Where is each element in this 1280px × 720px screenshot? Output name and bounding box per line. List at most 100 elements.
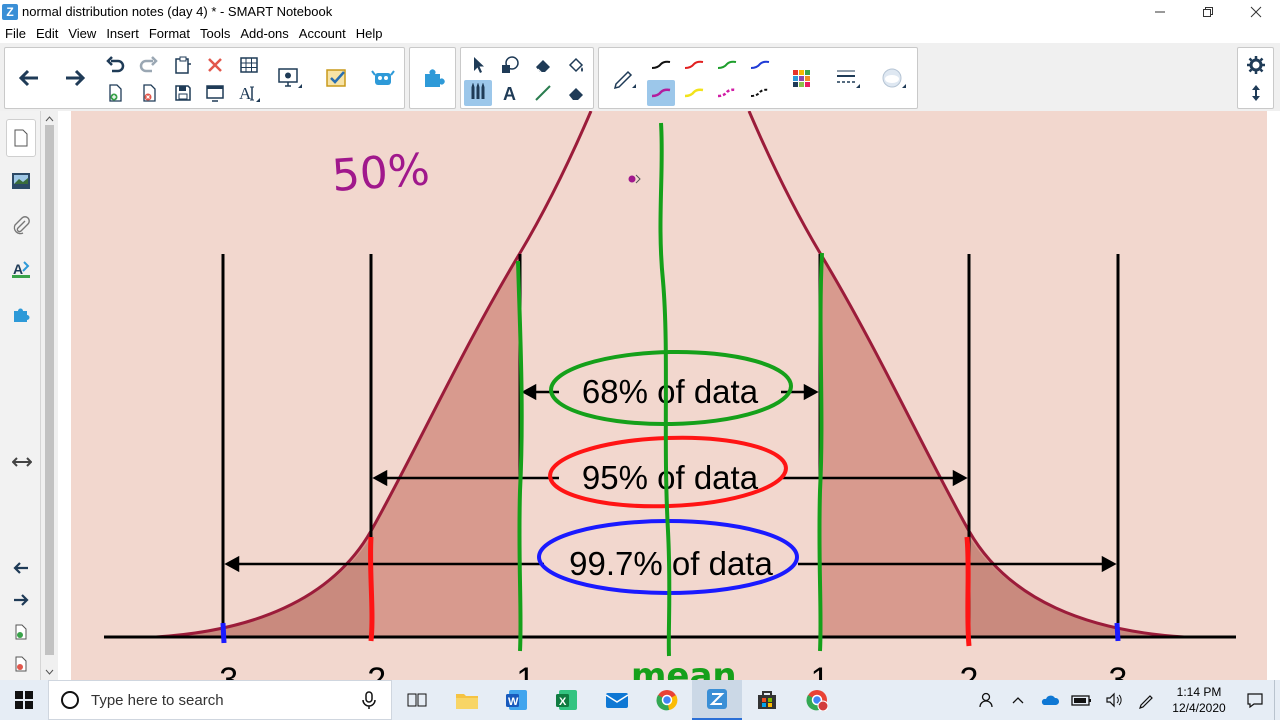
redo-button[interactable] xyxy=(135,52,163,78)
smart-notebook-icon: Z xyxy=(2,3,18,20)
previous-page-button[interactable] xyxy=(9,50,49,106)
menu-insert[interactable]: Insert xyxy=(101,26,144,41)
word-taskbar-button[interactable]: W xyxy=(492,680,542,720)
excel-taskbar-button[interactable]: X xyxy=(542,680,592,720)
start-button[interactable] xyxy=(0,680,48,720)
onedrive-cloud-icon[interactable] xyxy=(1034,680,1066,720)
menu-help[interactable]: Help xyxy=(351,26,388,41)
panel-previous-page-button[interactable] xyxy=(10,557,32,579)
activity-builder-button[interactable] xyxy=(363,50,403,106)
text-style-button[interactable]: A xyxy=(235,80,263,106)
eraser-tool-2[interactable] xyxy=(562,80,590,106)
whiteboard-canvas[interactable]: 68% of data 95% of data 99.7% of data -3… xyxy=(58,111,1280,680)
delete-page-button[interactable] xyxy=(135,80,163,106)
clock[interactable]: 1:14 PM 12/4/2020 xyxy=(1162,684,1236,716)
notification-center-icon[interactable] xyxy=(1236,680,1274,720)
fill-tool[interactable] xyxy=(562,52,590,78)
save-button[interactable] xyxy=(169,80,197,106)
restore-button[interactable] xyxy=(1184,0,1232,23)
eraser-tool[interactable] xyxy=(529,52,557,78)
taskbar-search-box[interactable]: Type here to search xyxy=(48,680,392,720)
red-mark-pos2 xyxy=(964,536,972,647)
menu-file[interactable]: File xyxy=(0,26,31,41)
scroll-down-icon[interactable] xyxy=(41,666,58,678)
attachments-tab[interactable] xyxy=(10,214,32,236)
panel-next-page-button[interactable] xyxy=(10,589,32,611)
shapes-tool[interactable] xyxy=(496,52,524,78)
magic-pen-button[interactable] xyxy=(873,50,913,106)
arrow-left-icon xyxy=(13,562,28,574)
volume-icon[interactable] xyxy=(1098,680,1130,720)
pen-type-button[interactable] xyxy=(603,50,643,106)
paste-button[interactable] xyxy=(169,52,197,78)
tick-label-neg1: -1 xyxy=(505,661,535,680)
red-mark-neg2 xyxy=(368,536,375,642)
menu-view[interactable]: View xyxy=(63,26,101,41)
settings-button[interactable] xyxy=(1242,52,1270,78)
pen-magenta-dashed[interactable] xyxy=(713,80,741,106)
people-icon[interactable] xyxy=(970,680,1002,720)
minimize-button[interactable] xyxy=(1136,0,1184,23)
gallery-tab[interactable] xyxy=(10,170,32,192)
panel-add-page-button[interactable] xyxy=(10,621,32,643)
label-99-7: 99.7% of data xyxy=(569,545,773,582)
panel-delete-page-button[interactable] xyxy=(10,653,32,675)
pen-green[interactable] xyxy=(713,52,741,78)
toolbar-position-button[interactable] xyxy=(1242,80,1270,106)
battery-icon[interactable] xyxy=(1066,680,1098,720)
menu-tools[interactable]: Tools xyxy=(195,26,235,41)
smart-notebook-taskbar-button[interactable] xyxy=(692,680,742,720)
insert-table-button[interactable] xyxy=(235,52,263,78)
show-hidden-icons-chevron-icon[interactable] xyxy=(1002,680,1034,720)
next-page-button[interactable] xyxy=(55,50,95,106)
svg-text:W: W xyxy=(508,696,519,708)
task-view-button[interactable] xyxy=(392,680,442,720)
pen-black-dashed[interactable] xyxy=(746,80,774,106)
vertical-scrollbar[interactable] xyxy=(41,111,58,680)
menu-format[interactable]: Format xyxy=(144,26,195,41)
notebook-page[interactable]: 68% of data 95% of data 99.7% of data -3… xyxy=(71,111,1267,680)
pen-black[interactable] xyxy=(647,52,675,78)
pen-red[interactable] xyxy=(680,52,708,78)
pen-blue[interactable] xyxy=(746,52,774,78)
pens-tool[interactable] xyxy=(464,80,492,106)
undo-icon xyxy=(106,56,125,73)
add-page-button[interactable] xyxy=(101,80,129,106)
color-palette-button[interactable] xyxy=(781,50,821,106)
gallery-image-icon xyxy=(12,173,30,189)
pen-yellow[interactable] xyxy=(680,80,708,106)
scrollbar-thumb[interactable] xyxy=(45,125,54,655)
menu-addons[interactable]: Add-ons xyxy=(235,26,293,41)
handwritten-50-percent: 50% xyxy=(330,144,431,202)
pen-workspace-icon[interactable] xyxy=(1130,680,1162,720)
chrome-taskbar-button[interactable] xyxy=(642,680,692,720)
line-style-button[interactable] xyxy=(827,50,867,106)
panel-resize-handle[interactable] xyxy=(10,451,34,473)
text-tool[interactable]: A xyxy=(496,80,524,106)
menu-account[interactable]: Account xyxy=(294,26,351,41)
mail-taskbar-button[interactable] xyxy=(592,680,642,720)
chrome-profile-taskbar-button[interactable] xyxy=(792,680,842,720)
response-button[interactable] xyxy=(317,50,357,106)
screen-shade-button[interactable] xyxy=(201,80,229,106)
select-tool[interactable] xyxy=(464,52,492,78)
add-ons-button[interactable] xyxy=(413,50,453,106)
page-sorter-tab[interactable] xyxy=(6,119,36,157)
show-desktop-button[interactable] xyxy=(1274,680,1280,720)
line-tool[interactable] xyxy=(529,80,557,106)
toolbar: A A xyxy=(0,43,1280,111)
properties-tab[interactable]: A xyxy=(10,258,32,280)
undo-button[interactable] xyxy=(101,52,129,78)
scroll-up-icon[interactable] xyxy=(41,113,58,125)
pencil-icon xyxy=(613,70,636,90)
blue-mark-pos3 xyxy=(1114,622,1121,642)
addons-tab[interactable] xyxy=(10,303,32,325)
close-button[interactable] xyxy=(1232,0,1280,23)
store-taskbar-button[interactable] xyxy=(742,680,792,720)
menu-edit[interactable]: Edit xyxy=(31,26,63,41)
delete-button[interactable] xyxy=(201,52,229,78)
pen-purple[interactable] xyxy=(647,80,675,106)
display-button[interactable] xyxy=(269,50,309,106)
microphone-icon[interactable] xyxy=(359,690,379,710)
file-explorer-taskbar-button[interactable] xyxy=(442,680,492,720)
